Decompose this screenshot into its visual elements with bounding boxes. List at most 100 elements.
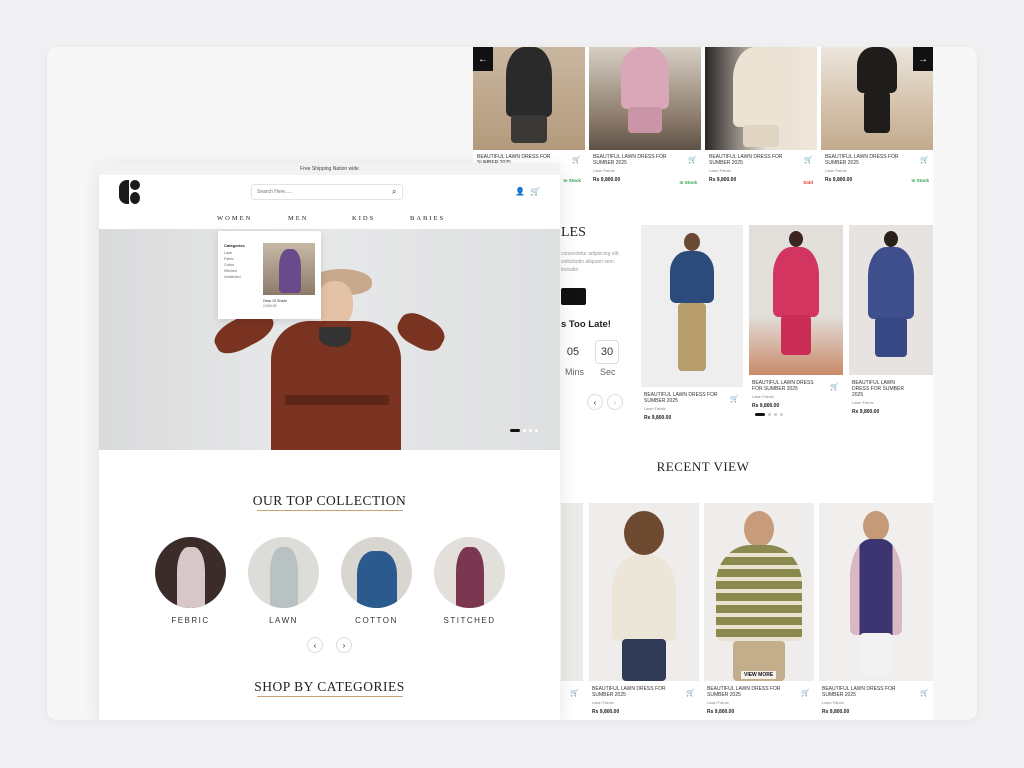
recent-product-card[interactable]: BEAUTIFUL LAWN DRESS FOR SUMBER 2025 Law… [819,683,933,717]
dropdown-item[interactable]: Cotton [224,263,234,267]
brand-logo[interactable] [119,180,141,204]
search-icon[interactable]: ⌕ [392,187,396,197]
product-price: Rs 9,800.00 [644,415,672,421]
recent-image-0[interactable] [561,503,583,681]
chevron-left-icon: ‹ [313,640,317,650]
dropdown-feature-image[interactable] [263,243,315,295]
stock-status: Sold [803,180,813,185]
sale-description: consectetur adipiscing elit. sollicitudi… [561,251,620,273]
recent-product-card[interactable]: BEAUTIFUL LAWN DRESS FOR SUMBER 2025 Law… [589,683,699,717]
product-price: Rs 9,800.00 [852,409,880,415]
product-fabric: Lawn Fabric [822,700,844,705]
product-name: BEAUTIFUL LAWN DRESS FOR SUMBER 2025 [822,686,896,698]
sale-product-image-3[interactable] [849,225,933,375]
sale-product-card[interactable]: BEAUTIFUL LAWN DRESS FOR SUMBER 2025 Law… [749,377,843,409]
arrow-right-icon: → [918,53,928,65]
sale-next-button[interactable]: › [607,394,623,410]
product-name: BEAUTIFUL LAWN DRESS FOR SUMBER 2025 [709,154,783,166]
recent-product-card[interactable]: 🛒 [561,683,583,713]
product-fabric: Lawn Fabric [593,168,615,173]
mega-menu-dropdown: Categories Lawn Fabric Cotton Stitched U… [218,231,321,319]
product-fabric: Lawn Fabric [592,700,614,705]
product-card[interactable]: BEAUTIFUL LAWN DRESS FOR SUMBER 2025 Law… [589,150,701,188]
cart-icon[interactable]: 🛒 [686,689,695,697]
shop-now-button[interactable] [561,288,586,305]
stock-status: In Stock [563,178,581,183]
recent-product-card[interactable]: BEAUTIFUL LAWN DRESS FOR SUMBER 2025 Law… [704,683,814,717]
title-underline [257,510,403,511]
chevron-left-icon: ‹ [593,397,597,407]
chevron-right-icon: › [613,397,617,407]
dropdown-feature-price: 2,500.00 [263,304,277,308]
product-card[interactable]: BEAUTIFUL LAWN DRESS FOR SUMBER 2025 Law… [705,150,817,188]
stock-status: In Stock [679,180,697,185]
sale-prev-button[interactable]: ‹ [587,394,603,410]
sale-product-image-1[interactable] [641,225,743,387]
cart-icon[interactable]: 🛒 [530,187,540,196]
cart-icon[interactable]: 🛒 [801,689,810,697]
cart-icon[interactable]: 🛒 [572,156,581,164]
hero-slider-dots[interactable] [510,429,538,432]
nav-item-women[interactable]: WOMEN [217,215,252,222]
chevron-right-icon: › [342,640,346,650]
recent-image-2[interactable]: VIEW MORE [704,503,814,681]
home-page: Free Shipping Nation wide ⌕ 👤 🛒 WOMEN ME… [99,163,560,720]
hero-banner[interactable] [99,229,560,450]
dropdown-item[interactable]: Fabric [224,257,234,261]
recent-image-1[interactable] [589,503,699,681]
product-fabric: Lawn Fabric [707,700,729,705]
seconds-label: Sec [600,367,616,377]
sale-product-card[interactable]: BEAUTIFUL LAWN DRESS FOR SUMBER 2025 Law… [849,377,933,415]
collection-item[interactable]: STITCHED [434,537,505,625]
cart-icon[interactable]: 🛒 [920,689,929,697]
collection-label: FEBRIC [171,616,210,625]
recent-image-3[interactable] [819,503,933,681]
nav-item-babies[interactable]: BABIES [410,215,445,222]
product-image-3[interactable] [705,47,817,150]
cart-icon[interactable]: 🛒 [830,383,839,391]
carousel-prev-button[interactable]: ← [473,47,493,71]
product-fabric: Lawn Fabric [644,406,666,411]
collection-label: COTTON [355,616,398,625]
stock-status: In Stock [911,178,929,183]
product-fabric: Lawn Fabric [752,394,774,399]
dropdown-item[interactable]: Lawn [224,251,232,255]
countdown-seconds: 30 [595,340,619,364]
cart-icon[interactable]: 🛒 [920,156,929,164]
product-price: Rs 9,800.00 [752,403,780,409]
collection-label: LAWN [269,616,298,625]
shop-by-categories-title: SHOP BY CATEGORIES [254,679,405,694]
shipping-banner: Free Shipping Nation wide [99,163,560,175]
collection-item[interactable]: LAWN [248,537,319,625]
sale-product-image-2[interactable] [749,225,843,375]
collection-next-button[interactable]: › [336,637,352,653]
product-name: BEAUTIFUL LAWN DRESS FOR SUMBER 2025 [825,154,899,166]
user-icon[interactable]: 👤 [515,187,525,196]
search-input[interactable] [251,184,403,200]
nav-item-men[interactable]: MEN [288,215,308,222]
product-image-2[interactable] [589,47,701,150]
collection-item[interactable]: COTTON [341,537,412,625]
showcase-card: ← → BEAUTIFUL LAWN DRESS FOR SUMBER 2025… [47,47,977,720]
top-collection-title: OUR TOP COLLECTION [252,493,407,508]
collection-item[interactable]: FEBRIC [155,537,226,625]
dropdown-item[interactable]: Stitched [224,269,237,273]
cart-icon[interactable]: 🛒 [688,156,697,164]
collection-prev-button[interactable]: ‹ [307,637,323,653]
cart-icon[interactable]: 🛒 [570,689,579,697]
dropdown-feature-caption: Deep Of Shade [263,299,288,303]
arrow-left-icon: ← [478,53,488,65]
cart-icon[interactable]: 🛒 [730,395,739,403]
dropdown-item[interactable]: Unstitched [224,275,241,279]
cart-icon[interactable]: 🛒 [804,156,813,164]
product-name: BEAUTIFUL LAWN DRESS FOR SUMBER 2025 [852,380,904,398]
product-price: Rs 9,800.00 [709,177,737,183]
product-price: Rs 9,800.00 [707,709,735,715]
carousel-next-button[interactable]: → [913,47,933,71]
view-more-label[interactable]: VIEW MORE [741,671,777,679]
sale-product-card[interactable]: BEAUTIFUL LAWN DRESS FOR SUMBER 2025 Law… [641,389,743,421]
product-card[interactable]: BEAUTIFUL LAWN DRESS FOR SUMBER 2025 Law… [821,150,933,188]
nav-item-kids[interactable]: KIDS [352,215,375,222]
dropdown-title: Categories [224,243,245,248]
title-underline [257,696,403,697]
